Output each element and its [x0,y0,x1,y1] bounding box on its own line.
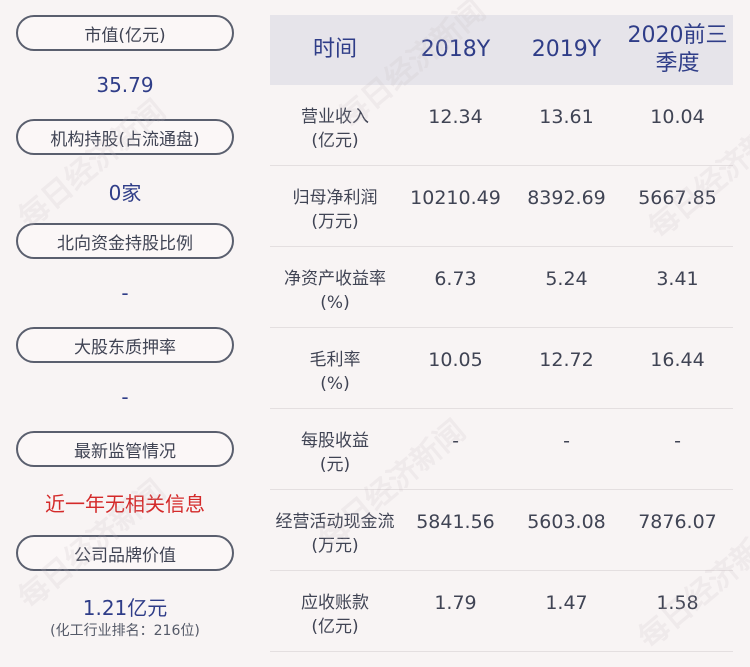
table-row: 经营活动现金流 (万元) 5841.56 5603.08 7876.07 [270,490,733,571]
row-label: 每股收益 (元) [301,431,369,475]
row-value: 16.44 [650,349,705,371]
table-row: 应收账款 (亿元) 1.79 1.47 1.58 [270,571,733,652]
row-value: - [452,430,459,452]
row-value: 7876.07 [638,511,717,533]
table-body: 营业收入 (亿元) 12.34 13.61 10.04 归母净利润 (万元) 10210.… [270,85,733,652]
row-label: 归母净利润 (万元) [292,188,378,232]
row-value: 13.61 [539,106,594,128]
brand-rank: (化工行业排名：216位) [50,623,200,639]
table-row: 归母净利润 (万元) 10210.49 8392.69 5667.85 [270,166,733,247]
row-label: 毛利率 (%) [309,350,361,394]
row-value: 1.79 [434,592,477,614]
row-value: 10.05 [428,349,483,371]
header-2018: 2018Y [420,37,491,62]
institution-value: 0家 [108,181,142,205]
left-panel: 市值(亿元) 35.79 机构持股(占流通盘) 0家 北向资金持股比例 - 大股… [0,0,250,667]
brand-value: 1.21亿元 [82,596,168,620]
pledge-label: 大股东质押率 [16,327,234,363]
brand-label: 公司品牌价值 [16,535,234,571]
pledge-value: - [121,385,129,409]
row-label: 应收账款 (亿元) [301,593,369,637]
row-label: 净资产收益率 (%) [284,269,386,313]
northbound-label: 北向资金持股比例 [16,223,234,259]
row-label: 经营活动现金流 (万元) [275,512,395,556]
row-value: 1.58 [656,592,699,614]
row-value: 5603.08 [527,511,606,533]
row-label: 营业收入 (亿元) [301,107,369,151]
row-value: 10210.49 [410,187,501,209]
row-value: 6.73 [434,268,477,290]
row-value: 8392.69 [527,187,606,209]
row-value: 5667.85 [638,187,717,209]
financial-table: 时间 2018Y 2019Y 2020前三季度 营业收入 (亿元) 12.34 13… [270,15,733,652]
market-cap-label: 市值(亿元) [16,15,234,51]
table-row: 每股收益 (元) - - - [270,409,733,490]
table-header: 时间 2018Y 2019Y 2020前三季度 [270,15,733,85]
table-row: 毛利率 (%) 10.05 12.72 16.44 [270,328,733,409]
row-value: - [563,430,570,452]
row-value: 12.34 [428,106,483,128]
row-value: 10.04 [650,106,705,128]
table-row: 净资产收益率 (%) 6.73 5.24 3.41 [270,247,733,328]
regulation-value: 近一年无相关信息 [45,492,205,516]
header-2019: 2019Y [531,37,602,62]
northbound-value: - [121,281,129,305]
row-value: 3.41 [656,268,699,290]
header-time: 时间 [312,37,357,62]
table-row: 营业收入 (亿元) 12.34 13.61 10.04 [270,85,733,166]
row-value: 12.72 [539,349,594,371]
header-2020q3: 2020前三季度 [627,23,728,76]
market-cap-value: 35.79 [96,73,154,97]
row-value: 5841.56 [416,511,495,533]
row-value: 1.47 [545,592,588,614]
regulation-label: 最新监管情况 [16,431,234,467]
row-value: 5.24 [545,268,588,290]
institution-label: 机构持股(占流通盘) [16,119,234,155]
row-value: - [674,430,681,452]
